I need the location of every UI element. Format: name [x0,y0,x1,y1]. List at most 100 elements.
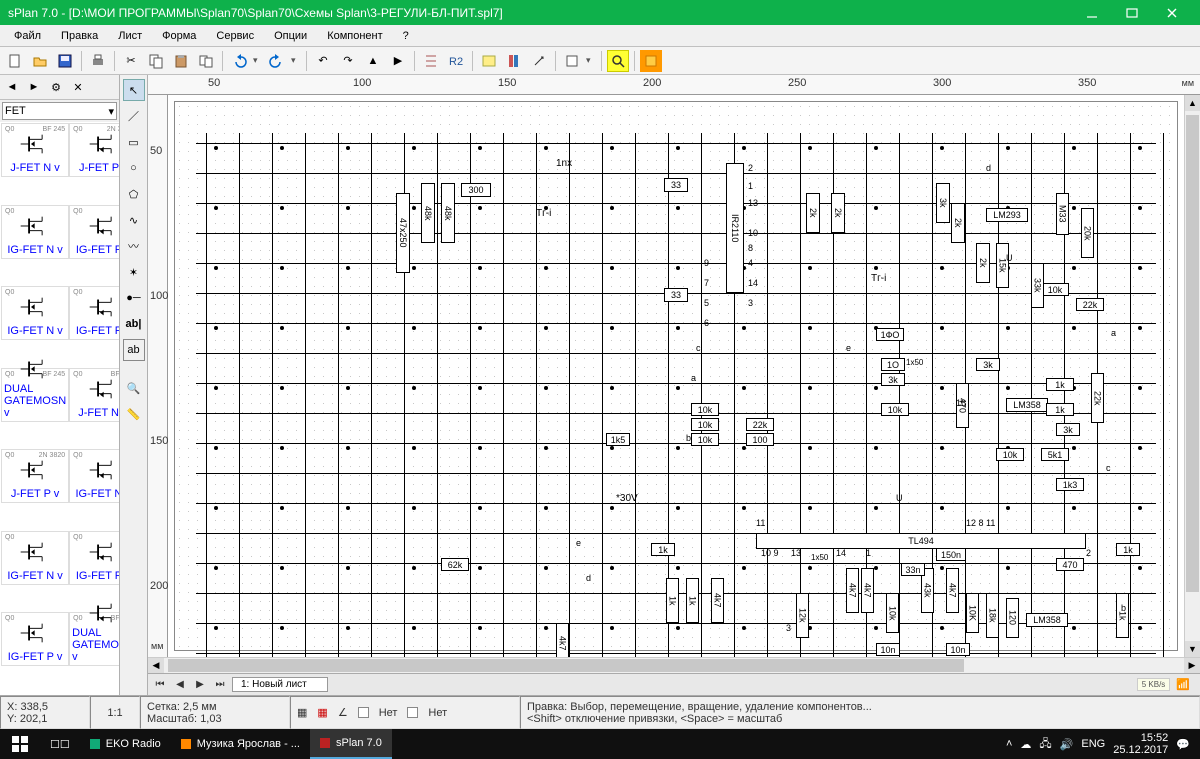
tool-a-icon[interactable] [528,50,550,72]
save-icon[interactable] [54,50,76,72]
menu-form[interactable]: Форма [152,28,206,44]
snap-icon[interactable] [420,50,442,72]
scroll-thumb-h[interactable] [168,659,964,672]
cut-icon[interactable]: ✂ [120,50,142,72]
palette-item[interactable]: Q02N 3820 J-FET P v [1,449,69,503]
palette-item[interactable]: Q0 IG-FET P v [69,531,119,585]
onedrive-icon[interactable]: ☁ [1020,738,1031,751]
scroll-right-icon[interactable]: ▶ [1184,658,1200,673]
flip-v-icon[interactable]: ▶ [387,50,409,72]
node-tool-icon[interactable]: ✶ [123,261,145,283]
snap-red-icon[interactable]: ▦ [317,706,327,719]
sound-icon[interactable]: 🔊 [1060,738,1074,751]
ruler-horizontal[interactable]: мм 50100150200250300350 [148,75,1200,95]
tab-first-icon[interactable]: ⏮ [152,677,168,693]
tab-last-icon[interactable]: ⏭ [212,677,228,693]
taskbar-clock[interactable]: 15:5225.12.2017 [1113,732,1168,756]
taskbar-app[interactable]: Музика Ярослав - ... [171,729,310,759]
taskbar-app[interactable]: sPlan 7.0 [310,729,392,759]
start-button[interactable] [0,729,40,759]
pointer-tool-icon[interactable]: ↖ [123,79,145,101]
lang-indicator[interactable]: ENG [1081,738,1105,750]
library-icon[interactable] [503,50,525,72]
components-icon[interactable] [478,50,500,72]
palette-item[interactable]: Q0BF 960 DUAL GATEMOSN v [69,612,119,666]
palette-item[interactable]: Q0 IG-FET N v [69,449,119,503]
lib-settings-icon[interactable]: ⚙ [46,77,66,97]
curve-tool-icon[interactable]: ∿ [123,209,145,231]
menu-component[interactable]: Компонент [317,28,392,44]
rect-tool-icon[interactable]: ▭ [123,131,145,153]
rotate-left-icon[interactable]: ↶ [312,50,334,72]
rotate-right-icon[interactable]: ↷ [337,50,359,72]
snap-check-1[interactable] [358,707,369,718]
new-icon[interactable] [4,50,26,72]
menu-file[interactable]: Файл [4,28,51,44]
scrollbar-vertical[interactable]: ▲ ▼ [1184,95,1200,657]
layer-menu[interactable]: ▾ [586,55,596,66]
scroll-up-icon[interactable]: ▲ [1185,95,1200,111]
undo-menu[interactable]: ▾ [253,55,263,66]
menu-edit[interactable]: Правка [51,28,108,44]
sheet-tab-1[interactable]: 1: Новый лист [232,677,328,692]
snap-angle-icon[interactable]: ∠ [338,706,348,719]
open-icon[interactable] [29,50,51,72]
layer-icon[interactable] [561,50,583,72]
redo-icon[interactable] [266,50,288,72]
highlight-icon[interactable] [640,50,662,72]
scroll-left-icon[interactable]: ◀ [148,658,164,673]
menu-service[interactable]: Сервис [206,28,264,44]
palette-item[interactable]: Q02N 3820 J-FET P v [69,123,119,177]
scroll-thumb-v[interactable] [1186,115,1199,592]
lib-prev-icon[interactable]: ◄ [2,77,22,97]
tab-next-icon[interactable]: ▶ [192,677,208,693]
taskbar-app[interactable]: EKO Radio [80,729,171,759]
taskview-icon[interactable]: ☐☐ [40,729,80,759]
palette-item[interactable]: Q0 IG-FET N v [1,205,69,259]
paste-icon[interactable] [170,50,192,72]
menu-sheet[interactable]: Лист [108,28,152,44]
ruler-vertical[interactable]: мм 50100150200 [148,95,168,657]
duplicate-icon[interactable] [195,50,217,72]
close-button[interactable] [1152,0,1192,25]
text-bold-tool-icon[interactable]: ab| [123,313,145,335]
palette-item[interactable]: Q0 IG-FET N v [1,286,69,340]
flip-h-icon[interactable]: ▲ [362,50,384,72]
search-icon[interactable] [607,50,629,72]
measure-tool-icon[interactable]: 📏 [123,403,145,425]
line-tool-icon[interactable]: ／ [123,105,145,127]
scrollbar-horizontal[interactable]: ◀ ▶ [148,657,1200,673]
snap-check-2[interactable] [407,707,418,718]
poly-tool-icon[interactable]: ⬠ [123,183,145,205]
tab-prev-icon[interactable]: ◀ [172,677,188,693]
lib-next-icon[interactable]: ► [24,77,44,97]
palette-item[interactable]: Q0BF 245 DUAL GATEMOSN v [1,368,69,422]
network-icon[interactable]: 🖧 [1039,735,1051,754]
palette-item[interactable]: Q0BF 960 J-FET N h [69,368,119,422]
scroll-down-icon[interactable]: ▼ [1185,641,1200,657]
schematic-canvas[interactable]: IR2110TL494LM358LM358LM293300333348k48k4… [168,95,1184,657]
palette-item[interactable]: Q0 IG-FET P v [69,286,119,340]
circle-tool-icon[interactable]: ○ [123,157,145,179]
lib-close-icon[interactable]: ✕ [68,77,88,97]
undo-icon[interactable] [228,50,250,72]
freehand-tool-icon[interactable]: 〰 [123,235,145,257]
palette-item[interactable]: Q0 IG-FET P v [1,612,69,666]
junction-tool-icon[interactable]: ●─ [123,287,145,309]
palette-item[interactable]: Q0BF 245 J-FET N v [1,123,69,177]
snap-grid-icon[interactable]: ▦ [297,706,307,719]
textbox-tool-icon[interactable]: ab [123,339,145,361]
menu-help[interactable]: ? [393,28,419,44]
library-select[interactable]: FET ▾ [2,102,117,120]
palette-item[interactable]: Q0 IG-FET N v [1,531,69,585]
maximize-button[interactable] [1112,0,1152,25]
copy-icon[interactable] [145,50,167,72]
notifications-icon[interactable]: 💬 [1176,738,1190,751]
minimize-button[interactable] [1072,0,1112,25]
align-icon[interactable]: R2 [445,50,467,72]
palette-item[interactable]: Q0 IG-FET P v [69,205,119,259]
tray-up-icon[interactable]: ˄ [1006,738,1012,750]
redo-menu[interactable]: ▾ [291,55,301,66]
menu-options[interactable]: Опции [264,28,317,44]
zoom-tool-icon[interactable]: 🔍 [123,377,145,399]
